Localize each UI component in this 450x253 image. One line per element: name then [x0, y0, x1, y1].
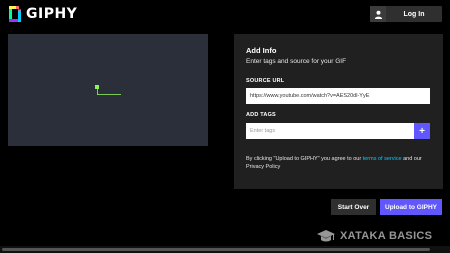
source-url-input[interactable]: https://www.youtube.com/watch?v=AES20dl-…	[246, 88, 430, 104]
add-info-panel: Add Info Enter tags and source for your …	[234, 34, 443, 189]
terms-of-service-link[interactable]: terms of service	[363, 156, 402, 162]
login-button[interactable]: Log In	[370, 6, 442, 22]
user-icon	[370, 6, 386, 22]
scrollbar-thumb[interactable]	[2, 248, 430, 251]
watermark-text: XATAKA BASICS	[340, 230, 433, 242]
panel-title: Add Info	[246, 46, 277, 55]
add-tag-button[interactable]: +	[414, 123, 430, 139]
watermark: XATAKA BASICS	[316, 229, 432, 243]
start-over-button[interactable]: Start Over	[331, 199, 376, 215]
privacy-policy-link[interactable]: Privacy Policy	[246, 164, 280, 170]
terms-prefix: By clicking "Upload to GIPHY" you agree …	[246, 156, 363, 162]
tags-input[interactable]: Enter tags	[246, 123, 414, 139]
giphy-logo-icon	[9, 6, 21, 22]
giphy-logo[interactable]: GIPHY	[8, 6, 77, 22]
add-tags-label: ADD TAGS	[246, 112, 276, 118]
terms-middle: and our	[401, 156, 422, 162]
source-url-label: SOURCE URL	[246, 78, 285, 84]
horizontal-scrollbar[interactable]	[0, 246, 450, 253]
terms-notice: By clicking "Upload to GIPHY" you agree …	[246, 156, 430, 171]
graduation-cap-icon	[317, 230, 335, 242]
panel-subtitle: Enter tags and source for your GIF	[246, 58, 347, 65]
upload-button[interactable]: Upload to GIPHY	[380, 199, 442, 215]
crop-guide-horizontal	[97, 94, 121, 95]
login-label: Log In	[403, 10, 425, 18]
giphy-wordmark: GIPHY	[26, 6, 78, 22]
gif-preview[interactable]	[8, 34, 208, 146]
